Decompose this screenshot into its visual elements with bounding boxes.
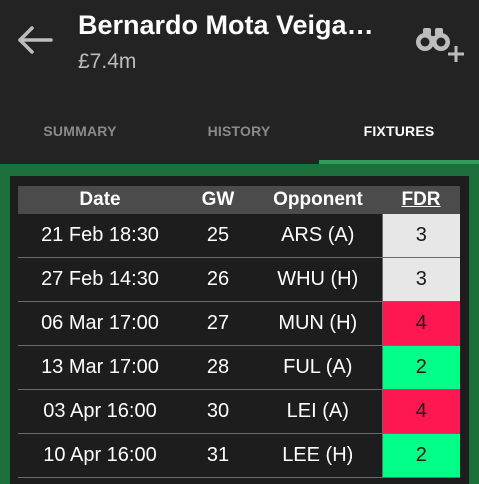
fixture-fdr: 2 <box>381 345 460 390</box>
column-header-gw: GW <box>182 186 254 214</box>
fixture-opponent: WHU (H) <box>254 257 382 302</box>
fixture-gameweek: 31 <box>182 433 254 478</box>
fixture-gameweek: 28 <box>182 345 254 390</box>
fixture-date: 10 Apr 16:00 <box>18 433 182 478</box>
fixture-date: 06 Mar 17:00 <box>18 301 182 346</box>
column-header-opponent: Opponent <box>254 186 382 214</box>
fixture-gameweek: 25 <box>182 214 254 258</box>
table-row: 06 Mar 17:00 27 MUN (H) 4 <box>18 301 460 346</box>
tab-bar: SUMMARY HISTORY FIXTURES <box>0 98 479 164</box>
fixture-fdr: 3 <box>381 257 460 302</box>
add-to-watchlist-button[interactable] <box>414 16 470 66</box>
column-header-date: Date <box>18 186 182 214</box>
fixture-date: 27 Feb 14:30 <box>18 257 182 302</box>
fixture-gameweek: 26 <box>182 257 254 302</box>
fixtures-panel: Date GW Opponent FDR 21 Feb 18:30 25 ARS… <box>10 176 469 484</box>
tab-summary[interactable]: SUMMARY <box>0 98 160 164</box>
player-price: £7.4m <box>78 50 137 73</box>
fixture-date: 03 Apr 16:00 <box>18 389 182 434</box>
table-row: 10 Apr 16:00 31 LEE (H) 2 <box>18 433 460 478</box>
tab-history[interactable]: HISTORY <box>159 98 319 164</box>
fixture-opponent: ARS (A) <box>254 214 382 258</box>
fixture-opponent: FUL (A) <box>254 345 382 390</box>
binoculars-plus-icon <box>416 28 464 62</box>
fixture-fdr: 3 <box>381 214 460 258</box>
table-row: 27 Feb 14:30 26 WHU (H) 3 <box>18 257 460 302</box>
table-row: 13 Mar 17:00 28 FUL (A) 2 <box>18 345 460 390</box>
arrow-left-icon <box>18 26 53 54</box>
table-row: 21 Feb 18:30 25 ARS (A) 3 <box>18 214 460 258</box>
fixtures-table: Date GW Opponent FDR 21 Feb 18:30 25 ARS… <box>18 186 460 478</box>
fixture-opponent: MUN (H) <box>254 301 382 346</box>
fixture-fdr: 4 <box>381 301 460 346</box>
player-name-title: Bernardo Mota Veiga… <box>78 10 374 40</box>
fixtures-content: Date GW Opponent FDR 21 Feb 18:30 25 ARS… <box>0 164 479 484</box>
fixture-date: 13 Mar 17:00 <box>18 345 182 390</box>
fixture-date: 21 Feb 18:30 <box>18 214 182 258</box>
column-header-fdr[interactable]: FDR <box>382 186 460 214</box>
fixture-opponent: LEI (A) <box>254 389 382 434</box>
app-header: Bernardo Mota Veiga… £7.4m <box>0 0 479 98</box>
table-row: 03 Apr 16:00 30 LEI (A) 4 <box>18 389 460 434</box>
tab-fixtures[interactable]: FIXTURES <box>319 98 479 164</box>
back-button[interactable] <box>12 20 56 60</box>
fixture-gameweek: 30 <box>182 389 254 434</box>
fdr-header-link[interactable]: FDR <box>401 189 440 210</box>
table-header-row: Date GW Opponent FDR <box>18 186 460 214</box>
fixture-gameweek: 27 <box>182 301 254 346</box>
fixture-fdr: 2 <box>381 433 460 478</box>
fixture-fdr: 4 <box>381 389 460 434</box>
fixture-opponent: LEE (H) <box>254 433 382 478</box>
